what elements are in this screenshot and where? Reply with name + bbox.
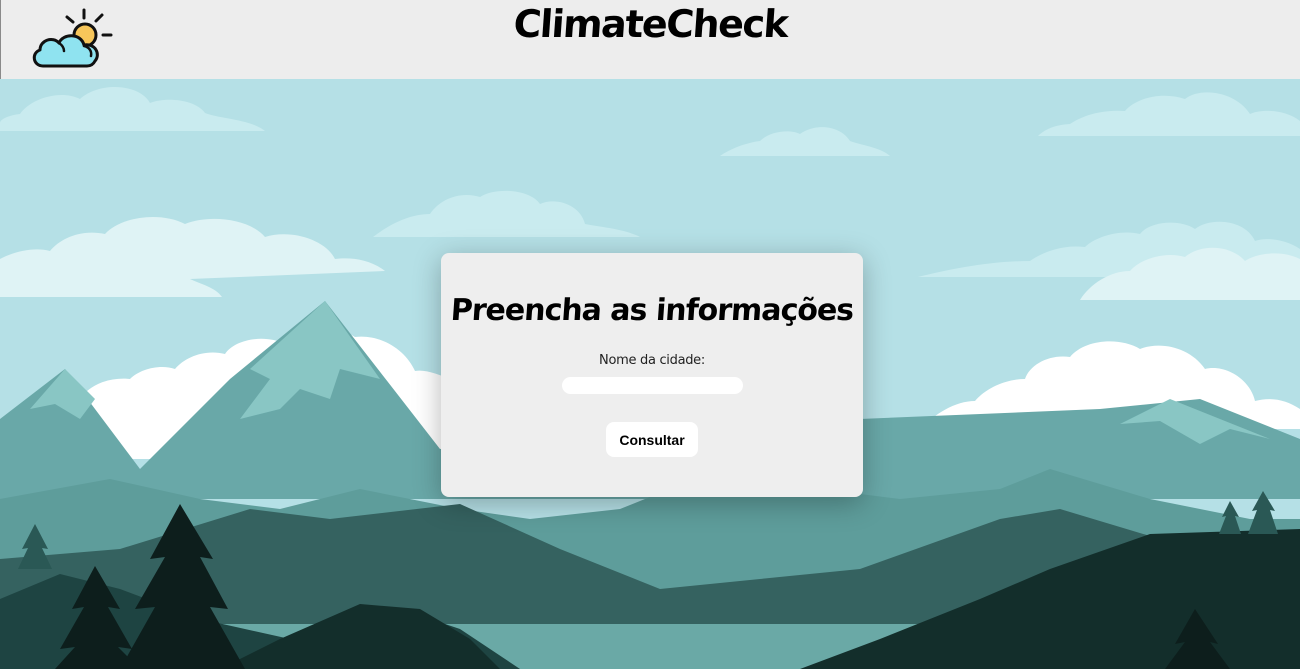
consultar-button[interactable]: Consultar xyxy=(606,422,698,457)
app-header: ClimateCheck xyxy=(0,0,1300,79)
info-form-card: Preencha as informações Nome da cidade: … xyxy=(441,253,863,497)
form-title: Preencha as informações xyxy=(449,293,855,328)
city-input[interactable] xyxy=(562,377,743,394)
app-title: ClimateCheck xyxy=(512,2,789,46)
city-label: Nome da cidade: xyxy=(599,353,705,368)
